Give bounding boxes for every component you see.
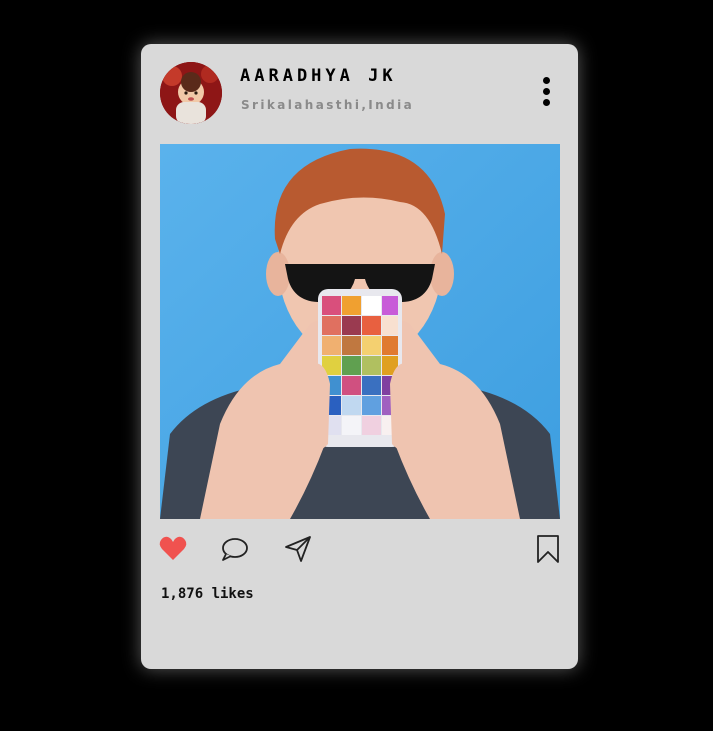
send-icon[interactable] <box>283 534 313 564</box>
post-image[interactable] <box>160 144 560 519</box>
post-card: AARADHYA JK Srikalahasthi,India 1,876 li… <box>141 44 578 669</box>
action-bar <box>141 534 578 566</box>
heart-icon[interactable] <box>158 534 188 564</box>
avatar[interactable] <box>160 62 222 124</box>
location[interactable]: Srikalahasthi,India <box>241 98 414 112</box>
comment-icon[interactable] <box>220 534 250 564</box>
likes-count[interactable]: 1,876 likes <box>161 586 254 602</box>
bookmark-icon[interactable] <box>533 534 563 564</box>
more-vertical-icon[interactable] <box>539 77 555 107</box>
username[interactable]: AARADHYA JK <box>240 66 397 86</box>
